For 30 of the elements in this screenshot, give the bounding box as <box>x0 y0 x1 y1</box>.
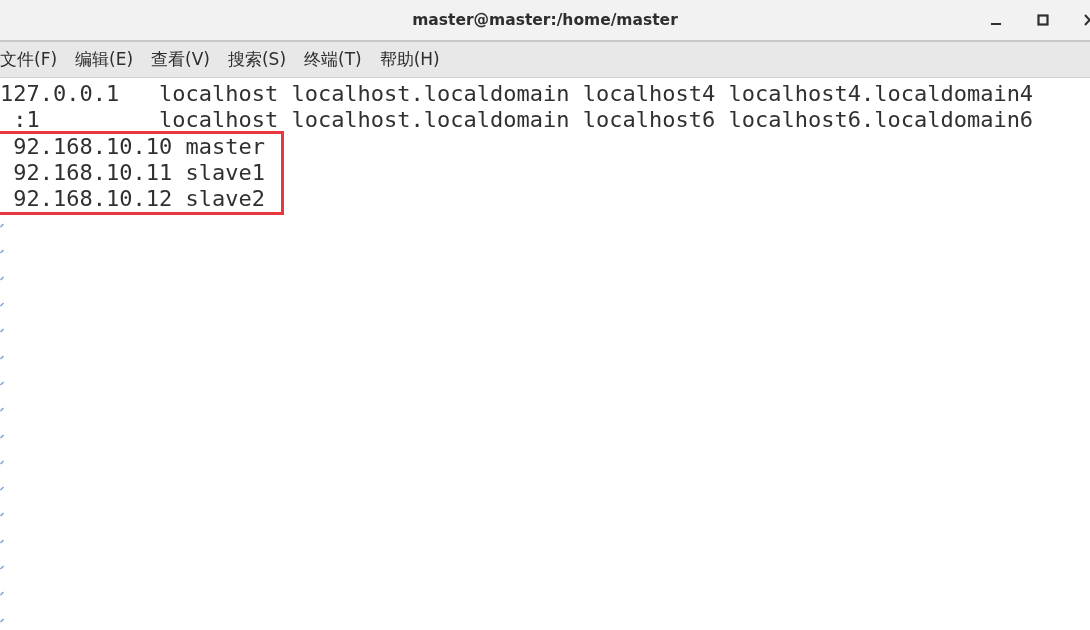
menu-item[interactable]: 查看(V) <box>151 48 210 71</box>
tilde-mark <box>0 591 4 597</box>
maximize-icon[interactable] <box>1037 14 1049 26</box>
tilde-mark <box>0 538 4 544</box>
window-title: master@master:/home/master <box>412 11 678 29</box>
tilde-mark <box>0 486 4 492</box>
tilde-mark <box>0 223 4 229</box>
tilde-mark <box>0 302 4 307</box>
hosts-line: 92.168.10.12 slave2 <box>12 186 265 213</box>
menu-item[interactable]: 编辑(E) <box>75 48 134 71</box>
hosts-line: 92.168.10.11 slave1 <box>12 159 265 187</box>
close-icon[interactable] <box>1084 14 1090 26</box>
tilde-mark <box>0 249 4 255</box>
menu-item[interactable]: 文件(F) <box>0 48 58 71</box>
tilde-mark <box>0 512 4 518</box>
tilde-mark <box>0 459 4 465</box>
tilde-mark <box>0 433 4 439</box>
hosts-line: 92.168.10.10 master <box>12 133 265 160</box>
tilde-mark <box>0 407 4 413</box>
tilde-mark <box>0 275 4 281</box>
tilde-mark <box>0 328 4 334</box>
tilde-mark <box>0 617 4 623</box>
hosts-line: :1 localhost localhost.localdomain localhost6 localhost6.localdomain6 <box>12 107 1035 134</box>
tilde-mark <box>0 380 4 386</box>
tilde-mark <box>0 565 4 570</box>
hosts-line: 127.0.0.1 localhost localhost.localdomain localhost4 localhost4.localdomain4 <box>0 81 1035 108</box>
menu-item[interactable]: 帮助(H) <box>379 48 440 71</box>
menu-item[interactable]: 终端(T) <box>304 48 362 71</box>
tilde-mark <box>0 354 4 360</box>
menu-item[interactable]: 搜索(S) <box>227 48 287 71</box>
